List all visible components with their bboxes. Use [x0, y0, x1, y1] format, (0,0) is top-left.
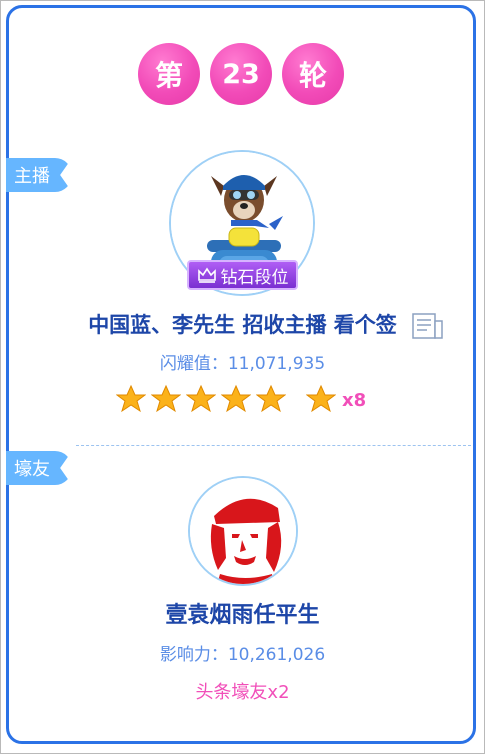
- host-name-text: 中国蓝、李先生 招收主播 看个签: [88, 313, 397, 337]
- bonus-star-count: x8: [342, 390, 367, 411]
- bonus-star-icon: [306, 384, 336, 413]
- round-prefix: 第: [138, 43, 200, 105]
- star-icon: [221, 384, 251, 413]
- star-rating: x8: [116, 384, 376, 416]
- round-number: 23: [210, 43, 272, 105]
- star-icon: [116, 384, 146, 413]
- star-icon: [186, 384, 216, 413]
- round-suffix: 轮: [282, 43, 344, 105]
- star-icon: [256, 384, 286, 413]
- headline-fan-count: 头条壕友x2: [195, 682, 290, 703]
- crown-icon: [197, 267, 216, 283]
- influence-value: 影响力：10,261,026: [159, 645, 326, 665]
- round-indicator: 第 23 轮: [138, 43, 348, 107]
- diamond-rank-badge: 钻石段位: [187, 260, 298, 290]
- document-icon[interactable]: [412, 313, 444, 339]
- badge-label: 钻石段位: [220, 267, 289, 288]
- fan-avatar[interactable]: [188, 476, 298, 586]
- portrait-image: [190, 478, 296, 584]
- fan-name[interactable]: 壹袁烟雨任平生: [0, 597, 485, 629]
- star-icon: [151, 384, 181, 413]
- shine-value: 闪耀值：11,071,935: [159, 354, 326, 374]
- section-divider: [76, 445, 471, 446]
- ranking-card: [6, 5, 476, 744]
